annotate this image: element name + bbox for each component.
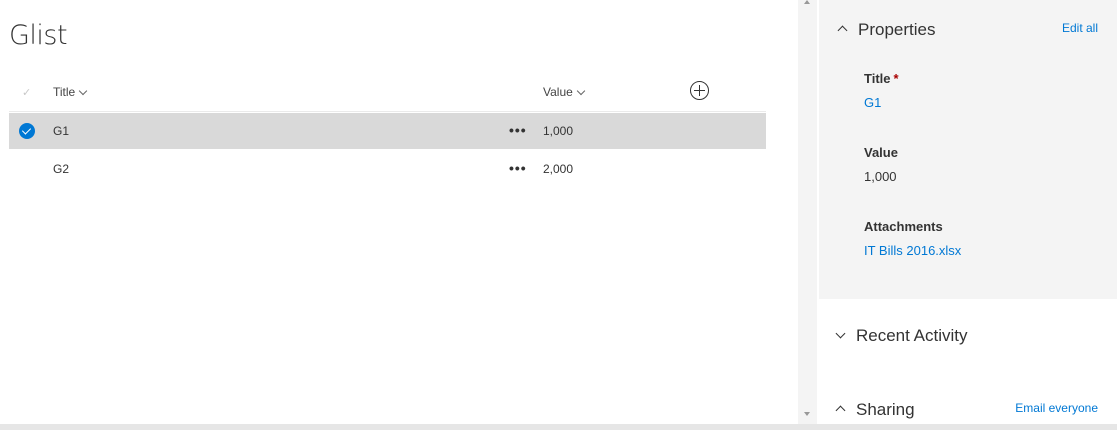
chevron-up-icon (835, 405, 846, 416)
edit-all-link[interactable]: Edit all (1062, 21, 1098, 35)
page-title: Glist (9, 20, 68, 51)
cell-title[interactable]: G1 (53, 124, 69, 138)
vertical-scrollbar[interactable] (798, 0, 817, 424)
scroll-up-arrow-icon[interactable] (804, 0, 810, 4)
properties-panel: Properties Edit all Title * G1 Value 1,00… (819, 0, 1117, 299)
row-selected-checkmark-icon[interactable] (19, 123, 35, 139)
sharing-heading: Sharing (856, 400, 915, 419)
column-header-value-label: Value (543, 85, 573, 99)
chevron-down-icon (78, 86, 88, 96)
horizontal-scrollbar[interactable] (0, 424, 1117, 430)
list-header: ✓ Title Value (9, 74, 766, 112)
field-label-attachments: Attachments (864, 219, 943, 234)
attachment-link[interactable]: IT Bills 2016.xlsx (864, 243, 961, 258)
scroll-down-arrow-icon[interactable] (804, 412, 810, 416)
table-row[interactable]: G2 ••• 2,000 (9, 151, 766, 187)
column-header-value[interactable]: Value (543, 85, 586, 99)
more-options-icon[interactable]: ••• (509, 160, 527, 176)
cell-value: 1,000 (543, 124, 574, 138)
column-header-title-label: Title (53, 85, 76, 99)
add-column-plus-icon[interactable] (690, 81, 709, 100)
select-all-checkmark-icon[interactable]: ✓ (22, 86, 31, 99)
field-label-title: Title * (864, 71, 899, 86)
field-label-value: Value (864, 145, 898, 160)
column-header-title[interactable]: Title (53, 85, 88, 99)
chevron-down-icon (576, 86, 586, 96)
sharing-section-toggle[interactable]: Sharing (835, 400, 915, 420)
cell-value: 2,000 (543, 162, 574, 176)
properties-heading: Properties (858, 20, 936, 39)
chevron-up-icon (837, 25, 848, 36)
required-marker: * (893, 71, 899, 86)
email-everyone-link[interactable]: Email everyone (1015, 401, 1098, 415)
field-value-title[interactable]: G1 (864, 95, 881, 110)
recent-activity-heading: Recent Activity (856, 326, 968, 345)
list-pane: Glist ✓ Title Value G1 ••• 1,000 G2 ••• … (0, 0, 798, 424)
recent-activity-section-toggle[interactable]: Recent Activity (835, 326, 968, 346)
chevron-down-icon (835, 328, 846, 339)
cell-title[interactable]: G2 (53, 162, 69, 176)
table-row[interactable]: G1 ••• 1,000 (9, 113, 766, 149)
field-value-value[interactable]: 1,000 (864, 169, 897, 184)
more-options-icon[interactable]: ••• (509, 122, 527, 138)
properties-section-toggle[interactable]: Properties (837, 20, 936, 40)
details-pane: Properties Edit all Title * G1 Value 1,00… (817, 0, 1117, 424)
field-label-title-text: Title (864, 71, 891, 86)
